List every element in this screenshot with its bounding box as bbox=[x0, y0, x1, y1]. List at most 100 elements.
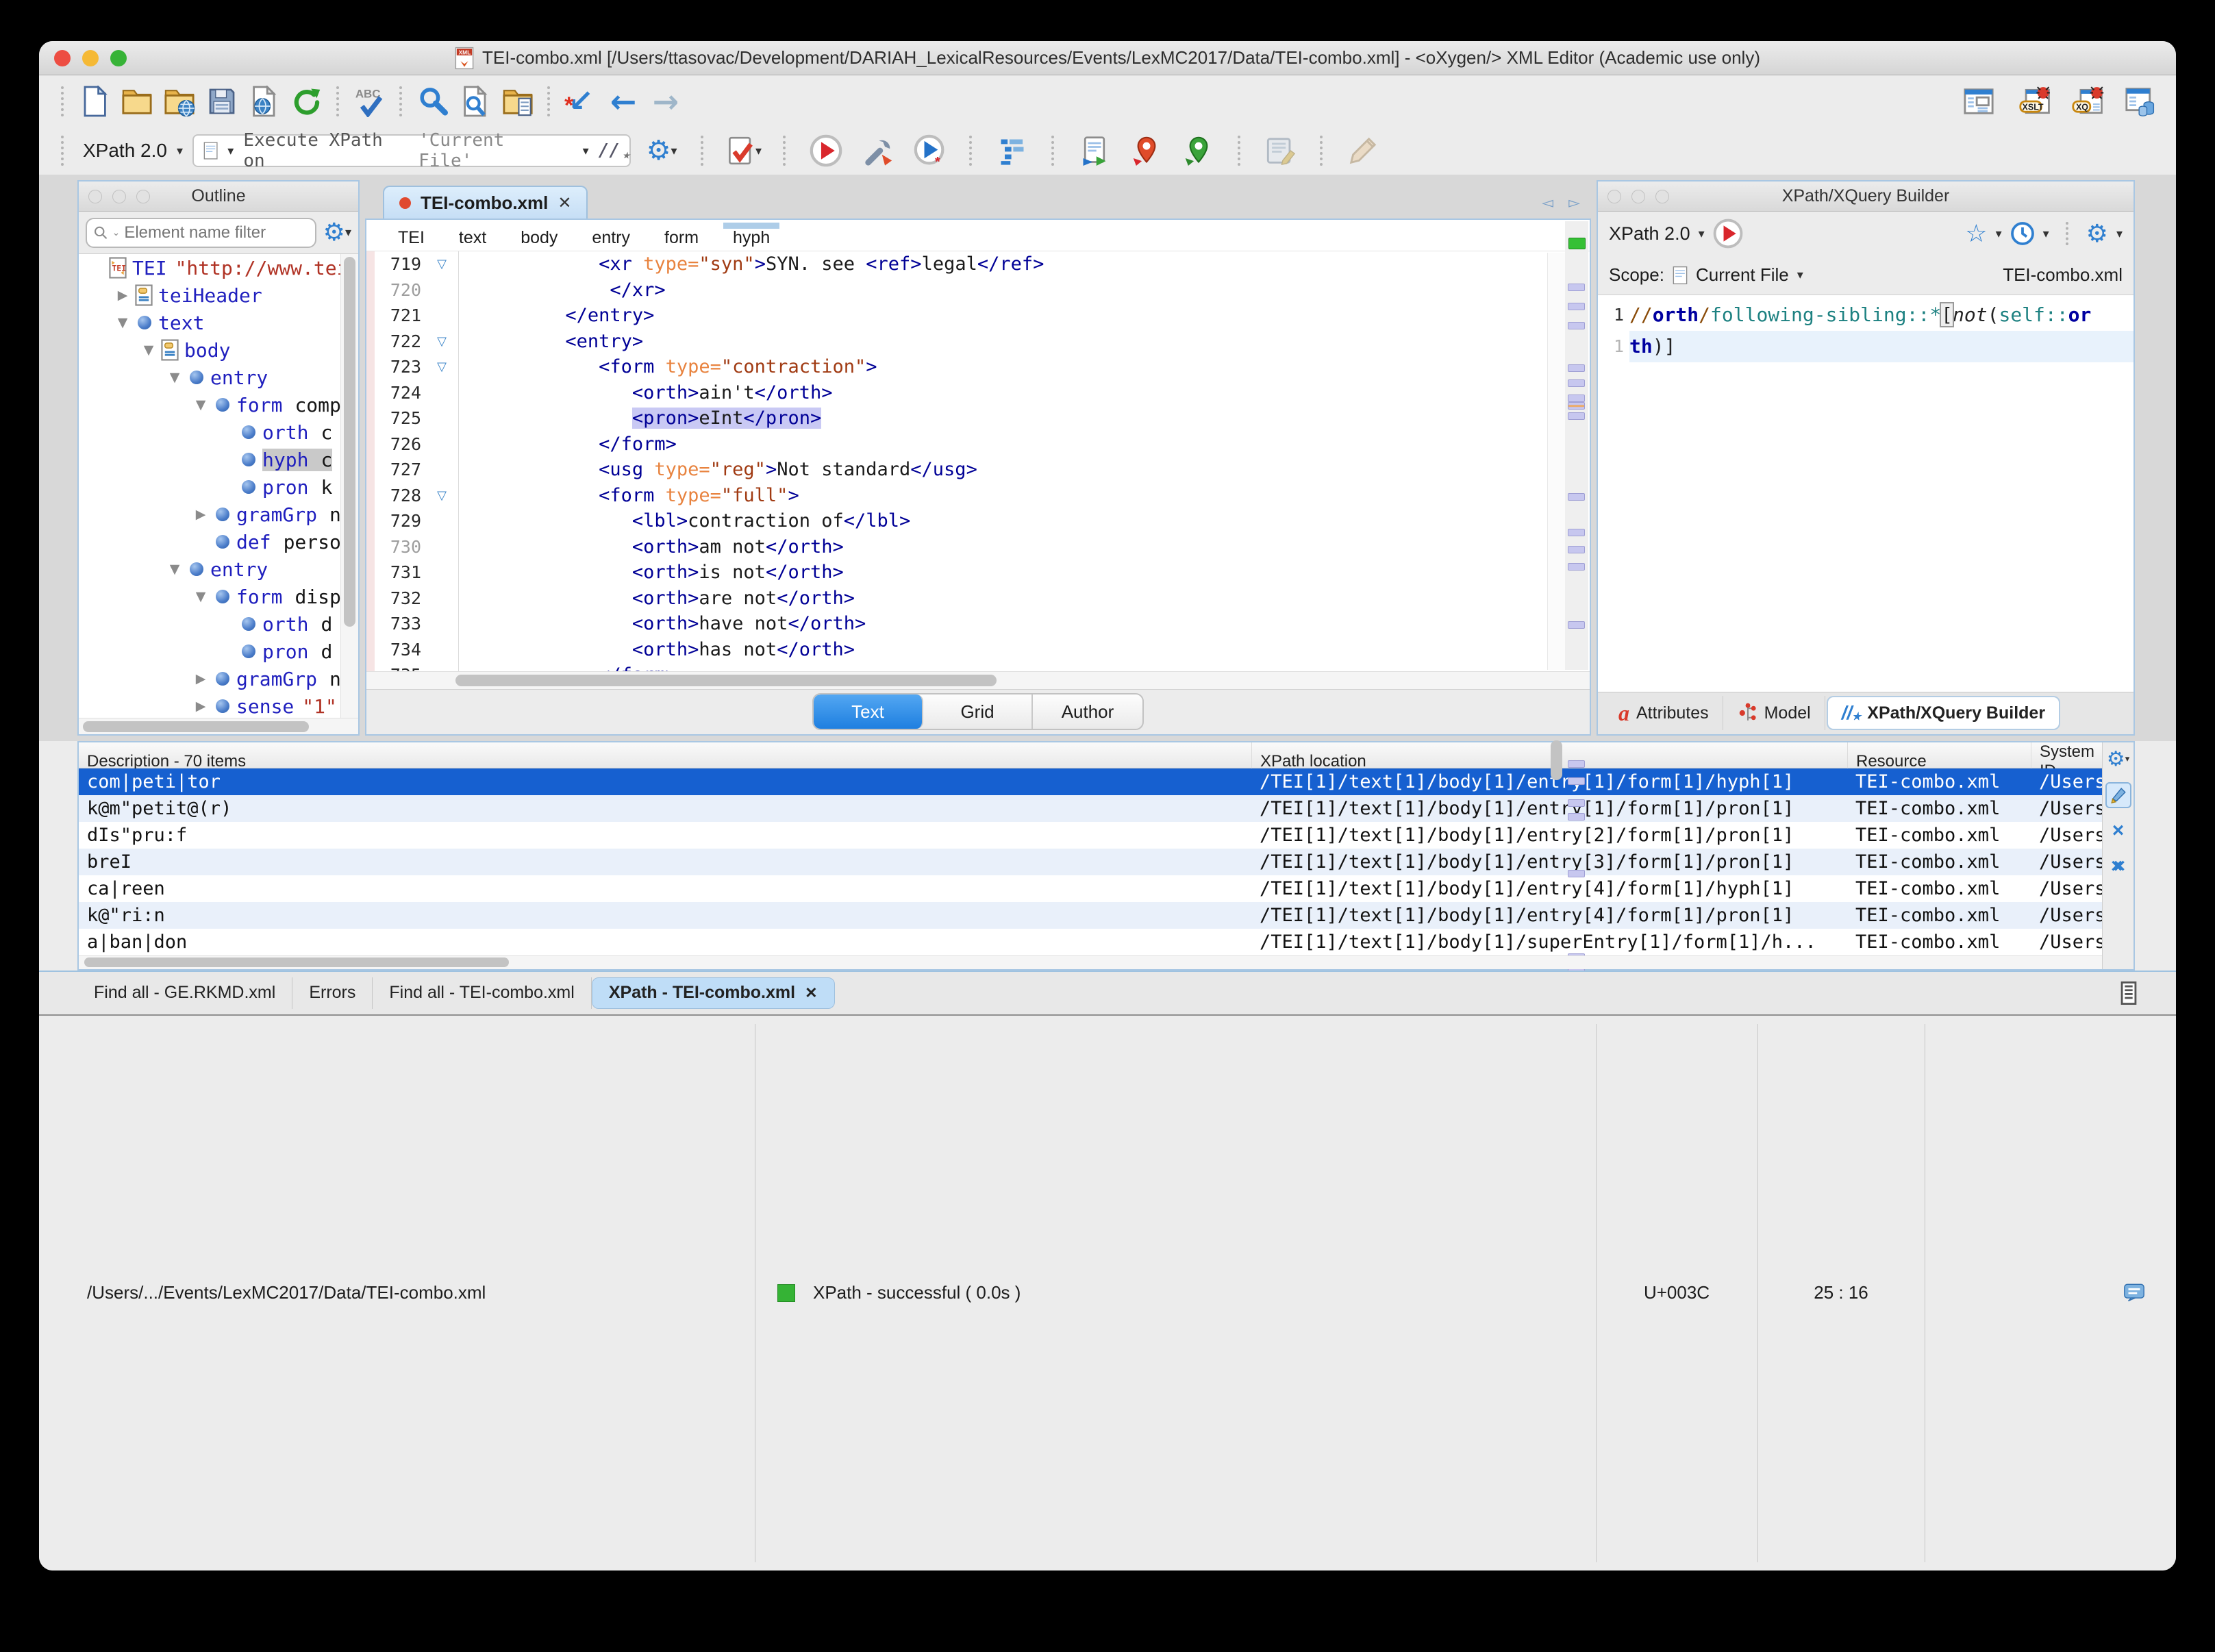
expand-arrow-icon[interactable]: ▶ bbox=[188, 507, 213, 522]
favorites-star-icon[interactable]: ☆ bbox=[1965, 220, 1987, 248]
results-settings-icon[interactable]: ⚙▾ bbox=[2105, 747, 2131, 773]
fold-toggle-icon[interactable]: ▽ bbox=[425, 251, 458, 277]
chevron-down-icon[interactable]: ▾ bbox=[177, 144, 183, 158]
code-line-734[interactable]: 734 <orth>has not</orth> bbox=[366, 637, 1590, 663]
debug-xslt-icon[interactable]: XSLT bbox=[2018, 84, 2053, 119]
breadcrumb-item-TEI[interactable]: TEI bbox=[397, 223, 426, 248]
format-indent-icon[interactable] bbox=[994, 133, 1030, 168]
outline-node-form[interactable]: ▼formdisp bbox=[79, 583, 358, 610]
chevron-down-icon[interactable]: ▾ bbox=[2043, 227, 2049, 241]
outline-node-body[interactable]: ▼body bbox=[79, 336, 358, 364]
builder-engine-label[interactable]: XPath 2.0 bbox=[1609, 223, 1690, 245]
tab-xpath-xquery-builder[interactable]: //★ XPath/XQuery Builder bbox=[1827, 696, 2060, 730]
view-mode-author[interactable]: Author bbox=[1033, 694, 1142, 729]
breadcrumb-item-form[interactable]: form bbox=[663, 223, 700, 248]
element-filter-field[interactable]: ⌄ bbox=[86, 218, 316, 248]
go-to-last-edit-icon[interactable]: ↙* bbox=[563, 84, 599, 119]
code-editor[interactable]: 719▽ <xr type="syn">SYN. see <ref>legal<… bbox=[366, 251, 1590, 671]
search-icon[interactable] bbox=[415, 84, 451, 119]
outline-node-gramGrp[interactable]: ▶gramGrpn bbox=[79, 665, 358, 692]
result-row[interactable]: k@m"petit@(r)/TEI[1]/text[1]/body[1]/ent… bbox=[79, 795, 2102, 822]
open-url-icon[interactable] bbox=[162, 84, 197, 119]
outline-node-gramGrp[interactable]: ▶gramGrpn bbox=[79, 501, 358, 528]
forward-icon[interactable]: → bbox=[648, 84, 684, 119]
minimize-window-button[interactable] bbox=[82, 50, 99, 66]
chevron-down-icon[interactable]: ▾ bbox=[1699, 227, 1705, 241]
external-tools-icon[interactable] bbox=[860, 133, 896, 168]
panel-buttons[interactable] bbox=[88, 190, 150, 203]
highlight-marker[interactable] bbox=[1568, 379, 1585, 387]
result-row[interactable]: breI/TEI[1]/text[1]/body[1]/entry[3]/for… bbox=[79, 849, 2102, 875]
save-as-url-icon[interactable] bbox=[247, 84, 282, 119]
outline-vertical-scrollbar[interactable] bbox=[340, 254, 358, 718]
back-icon[interactable]: ← bbox=[605, 84, 641, 119]
tab-attributes[interactable]: a Attributes bbox=[1605, 696, 1723, 730]
code-line-733[interactable]: 733 <orth>have not</orth> bbox=[366, 611, 1590, 637]
outline-node-text[interactable]: ▼text bbox=[79, 309, 358, 336]
code-line-732[interactable]: 732 <orth>are not</orth> bbox=[366, 586, 1590, 612]
editor-horizontal-scrollbar[interactable] bbox=[366, 671, 1590, 689]
panel-buttons[interactable] bbox=[1607, 190, 1669, 203]
bottom-tab-find-all-ge-rkmd-xml[interactable]: Find all - GE.RKMD.xml bbox=[77, 977, 292, 1009]
collapse-arrow-icon[interactable]: ▼ bbox=[162, 370, 187, 385]
highlight-marker[interactable] bbox=[1568, 412, 1585, 420]
breadcrumb-item-hyph[interactable]: hyph bbox=[731, 223, 771, 248]
outline-panel-header[interactable]: Outline bbox=[79, 182, 358, 212]
code-line-719[interactable]: 719▽ <xr type="syn">SYN. see <ref>legal<… bbox=[366, 251, 1590, 277]
code-line-726[interactable]: 726 </form> bbox=[366, 431, 1590, 458]
code-line-723[interactable]: 723▽ <form type="contraction"> bbox=[366, 354, 1590, 380]
fold-toggle-icon[interactable]: ▽ bbox=[425, 354, 458, 380]
results-header[interactable]: Description - 70 items XPath location Re… bbox=[79, 742, 2102, 768]
highlight-marker[interactable] bbox=[1568, 621, 1585, 629]
chevron-down-icon[interactable]: ▾ bbox=[1797, 268, 1803, 282]
outline-node-entry[interactable]: ▼entry bbox=[79, 364, 358, 391]
overview-ruler[interactable]: × bbox=[1565, 221, 1588, 670]
highlight-marker[interactable] bbox=[1568, 813, 1585, 821]
code-line-721[interactable]: 721 </entry> bbox=[366, 303, 1590, 329]
outline-node-TEI[interactable]: TEITEI"http://www.tei- bbox=[79, 254, 358, 281]
highlight-marker[interactable] bbox=[1568, 777, 1585, 785]
fold-toggle-icon[interactable]: ▽ bbox=[425, 483, 458, 509]
pin-red-icon[interactable] bbox=[1129, 133, 1164, 168]
outline-node-pron[interactable]: pronk bbox=[79, 473, 358, 501]
code-line-725[interactable]: 725 <pron>eInt</pron> bbox=[366, 405, 1590, 431]
pin-green-icon[interactable] bbox=[1181, 133, 1216, 168]
run-transformation-icon[interactable] bbox=[808, 133, 844, 168]
bottom-tab-xpath-tei-combo-xml[interactable]: XPath - TEI-combo.xml✕ bbox=[592, 977, 835, 1009]
window-layout-icon[interactable] bbox=[1961, 84, 1997, 119]
debug-run-icon[interactable]: * bbox=[912, 133, 948, 168]
xpath-expression[interactable]: //orth/following-sibling::*[not(self::or… bbox=[1629, 295, 2103, 692]
clear-all-results-icon[interactable]: ×× bbox=[2105, 853, 2131, 879]
xpath-engine-label[interactable]: XPath 2.0 bbox=[83, 140, 167, 162]
code-line-735[interactable]: 735 </form> bbox=[366, 662, 1590, 671]
execute-xpath-combo[interactable]: ▾ Execute XPath on 'Current File' ▾ //★ bbox=[192, 134, 631, 167]
find-replace-in-files-icon[interactable] bbox=[500, 84, 536, 119]
zoom-window-button[interactable] bbox=[110, 50, 127, 66]
breadcrumb-item-body[interactable]: body bbox=[519, 223, 559, 248]
validate-icon[interactable]: ▾ bbox=[726, 133, 762, 168]
editor-vertical-scrollbar[interactable] bbox=[1547, 253, 1565, 670]
highlight-marker[interactable] bbox=[1568, 760, 1585, 768]
result-row[interactable]: a|ban|don/TEI[1]/text[1]/body[1]/superEn… bbox=[79, 929, 2102, 955]
collapse-arrow-icon[interactable]: ▼ bbox=[188, 589, 213, 604]
execute-xpath-button[interactable] bbox=[1713, 218, 1743, 249]
code-line-724[interactable]: 724 <orth>ain't</orth> bbox=[366, 380, 1590, 406]
highlight-marker[interactable] bbox=[1568, 546, 1585, 553]
highlight-marker[interactable] bbox=[1568, 303, 1585, 310]
result-row[interactable]: ca|reen/TEI[1]/text[1]/body[1]/entry[4]/… bbox=[79, 875, 2102, 902]
highlight-marker[interactable] bbox=[1568, 284, 1585, 291]
open-file-icon[interactable] bbox=[119, 84, 155, 119]
code-line-729[interactable]: 729 <lbl>contraction of</lbl> bbox=[366, 508, 1590, 534]
history-icon[interactable] bbox=[2010, 221, 2035, 246]
outline-node-hyph[interactable]: hyphc bbox=[79, 446, 358, 473]
code-line-730[interactable]: 730 <orth>am not</orth> bbox=[366, 534, 1590, 560]
collapse-arrow-icon[interactable]: ▼ bbox=[188, 397, 213, 412]
highlight-marker[interactable] bbox=[1568, 563, 1585, 571]
title-bar[interactable]: XML TEI-combo.xml [/Users/ttasovac/Devel… bbox=[39, 41, 2176, 75]
view-mode-text[interactable]: Text bbox=[814, 694, 923, 729]
bottom-tab-errors[interactable]: Errors bbox=[292, 977, 373, 1009]
outline-node-orth[interactable]: orthd bbox=[79, 610, 358, 638]
highlight-marker[interactable] bbox=[1568, 799, 1585, 807]
results-panel-icon[interactable] bbox=[2118, 981, 2139, 1005]
clear-result-icon[interactable]: × bbox=[2105, 818, 2131, 844]
